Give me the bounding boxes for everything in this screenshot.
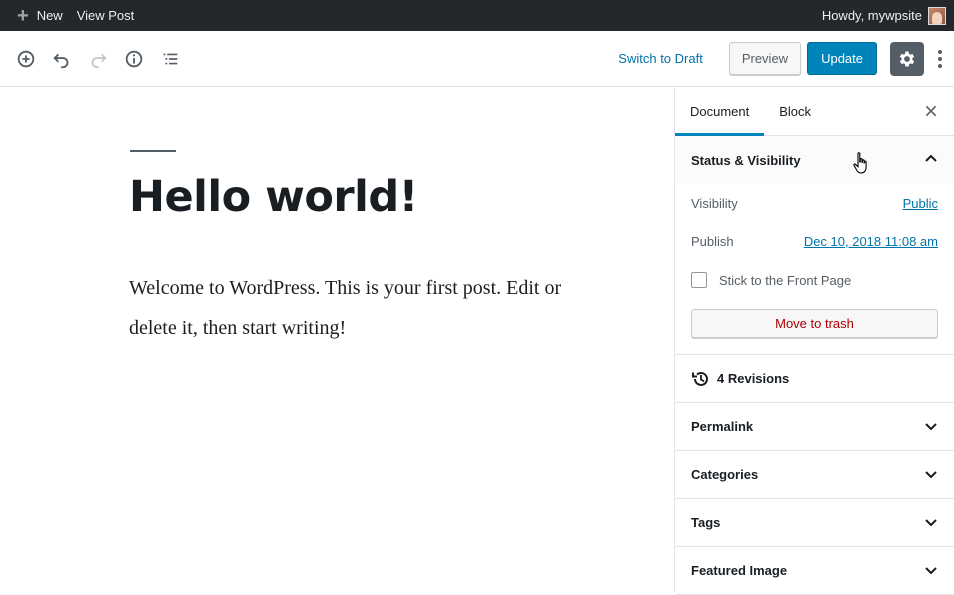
status-visibility-title: Status & Visibility [691,152,801,168]
tags-title: Tags [691,515,721,530]
hand-pointer-icon [853,152,867,174]
outline-icon [163,53,178,64]
preview-button[interactable]: Preview [728,42,802,75]
avatar [928,6,946,25]
redo-button[interactable] [80,41,116,77]
more-vertical-icon [938,49,942,68]
gear-icon [899,51,915,66]
chevron-down-icon [925,471,937,479]
tags-panel-toggle[interactable]: Tags [675,499,954,547]
new-label: New [36,8,63,23]
visibility-toggle[interactable]: Public [903,196,938,211]
title-separator [130,150,176,152]
sticky-row: Stick to the Front Page [675,260,954,300]
publish-label: Publish [691,233,734,249]
chevron-up-icon [925,154,937,162]
post-title[interactable]: Hello world! [129,172,418,222]
close-sidebar-button[interactable] [922,102,940,120]
sticky-label[interactable]: Stick to the Front Page [719,273,851,288]
switch-to-draft-button[interactable]: Switch to Draft [618,51,703,66]
chevron-down-icon [925,519,937,527]
status-visibility-panel: Visibility Public Publish Dec 10, 2018 1… [675,184,954,355]
paragraph-block[interactable]: Welcome to WordPress. This is your first… [129,268,569,348]
account-menu[interactable]: Howdy, mywpsite [815,0,954,31]
permalink-panel-toggle[interactable]: Permalink [675,403,954,451]
revisions-link[interactable]: 4 Revisions [675,355,954,403]
visibility-row: Visibility Public [675,184,954,222]
new-content-button[interactable]: + New [0,0,70,31]
revisions-label: 4 Revisions [717,371,790,386]
more-menu-button[interactable] [930,41,950,77]
publish-date-toggle[interactable]: Dec 10, 2018 11:08 am [804,234,938,249]
visibility-label: Visibility [691,195,738,211]
history-icon [692,371,708,386]
chevron-down-icon [925,567,937,575]
publish-row: Publish Dec 10, 2018 11:08 am [675,222,954,260]
chevron-down-icon [925,423,937,431]
move-to-trash-button[interactable]: Move to trash [691,309,938,338]
featured-image-panel-toggle[interactable]: Featured Image [675,547,954,595]
sidebar-tabs: Document Block [675,88,954,136]
sticky-checkbox[interactable] [691,272,707,288]
undo-button[interactable] [44,41,80,77]
view-post-link[interactable]: View Post [70,0,142,31]
tab-document[interactable]: Document [675,88,765,136]
permalink-title: Permalink [691,419,754,434]
tab-block[interactable]: Block [764,88,826,136]
undo-icon [53,53,69,68]
settings-sidebar: Document Block Status & Visibility Visib… [674,88,954,595]
plus-icon: + [17,4,29,27]
add-block-icon [17,50,35,67]
update-button[interactable]: Update [807,42,877,75]
redo-icon [91,53,107,68]
featured-image-title: Featured Image [691,563,788,578]
categories-panel-toggle[interactable]: Categories [675,451,954,499]
content-info-button[interactable] [116,41,152,77]
block-navigation-button[interactable] [152,41,188,77]
categories-title: Categories [691,467,759,482]
info-icon [125,50,143,67]
editor-toolbar: Switch to Draft Preview Update [0,31,954,87]
howdy-label: Howdy, mywpsite [821,8,922,23]
add-block-button[interactable] [8,41,44,77]
settings-button[interactable] [890,41,924,76]
status-visibility-panel-toggle[interactable]: Status & Visibility [675,136,954,184]
editor-canvas: Hello world! Welcome to WordPress. This … [0,88,674,592]
close-icon [925,105,937,117]
admin-bar: + New View Post Howdy, mywpsite [0,0,954,31]
